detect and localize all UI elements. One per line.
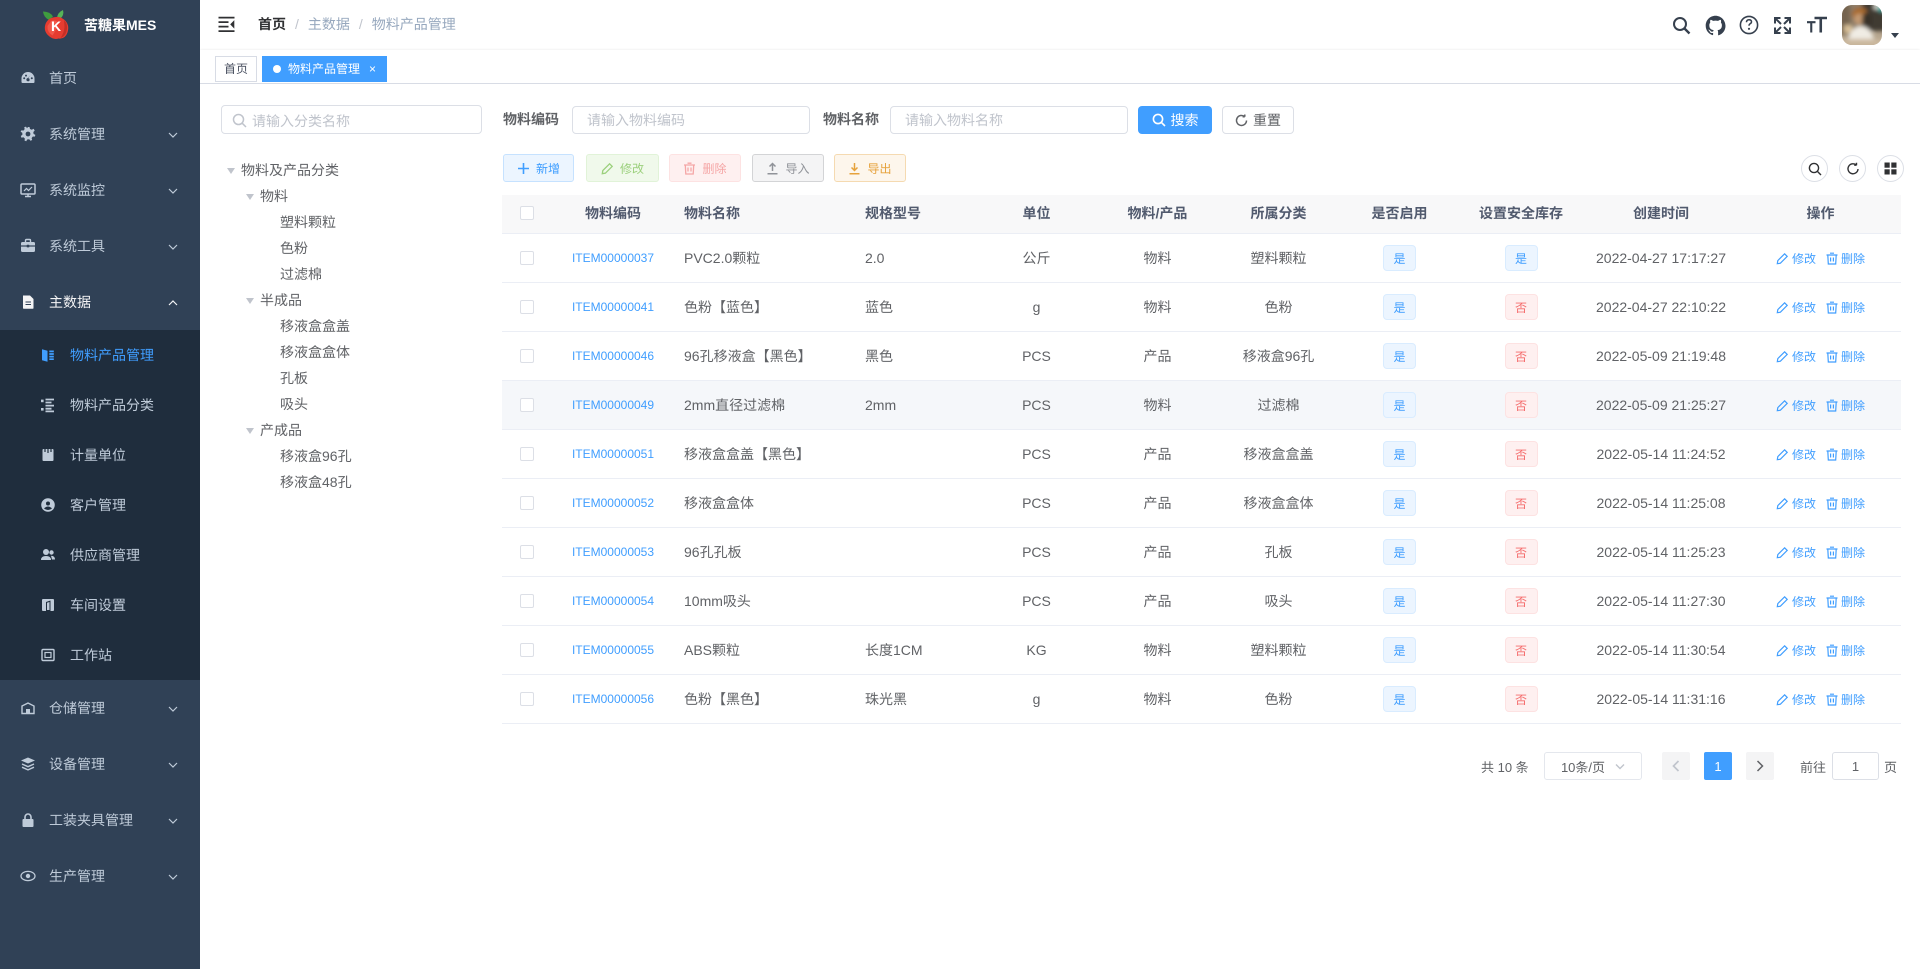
svg-text:K: K xyxy=(51,18,61,34)
